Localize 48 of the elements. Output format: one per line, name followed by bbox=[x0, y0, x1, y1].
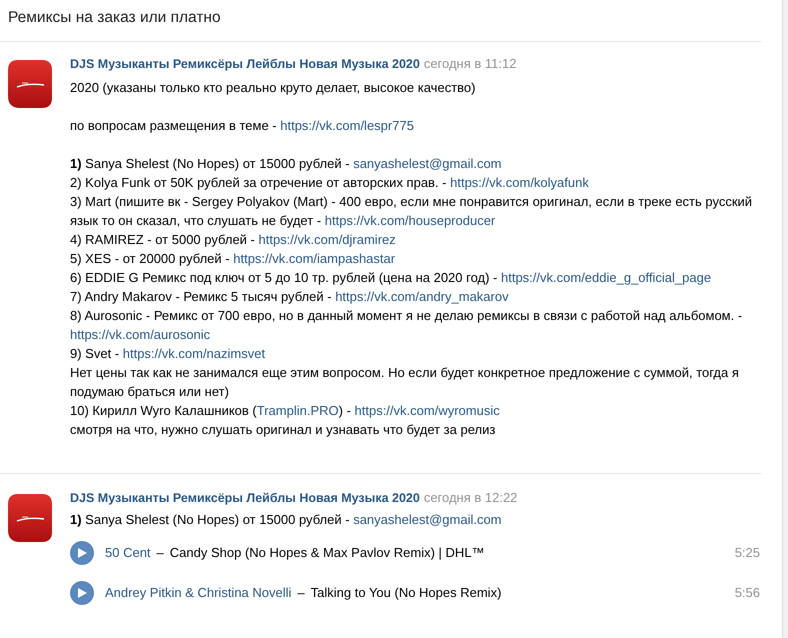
post-text: по вопросам размещения в теме - https://vk.com/lespr775 bbox=[70, 117, 414, 135]
group-name-link[interactable]: DJS Музыканты Ремиксёры Лейблы Новая Музыка 2020 bbox=[70, 489, 420, 508]
post-text: 2020 (указаны только кто реально круто делает, высокое качество) bbox=[70, 79, 476, 97]
post-text: язык то он сказал, что слушать не будет - https://vk.com/houseproducer bbox=[70, 212, 496, 230]
post-text: 1) Sanya Shelest (No Hopes) от 15000 рублей - sanyashelest@gmail.com bbox=[70, 155, 502, 173]
link[interactable]: https://vk.com/eddie_g_official_page bbox=[501, 270, 712, 285]
artist-link[interactable]: Andrey Pitkin & Christina Novelli bbox=[105, 583, 292, 603]
track-duration: 5:25 bbox=[734, 544, 760, 562]
post-text: 6) EDDIE G Ремикс под ключ от 5 до 10 тр. рублей (цена на 2020 год) - https://vk.com/eddie_g_official_page bbox=[70, 269, 712, 287]
title-separator: – bbox=[297, 584, 305, 602]
post-text: смотря на что, нужно слушать оригинал и узнавать что будет за релиз bbox=[70, 421, 496, 439]
post-text: 8) Aurosonic - Ремикс от 700 евро, но в данный момент я не делаю ремиксы в связи с работой над альбомом. - bbox=[70, 307, 742, 325]
post-text: 3) Mart (пишите вк - Sergey Polyakov (Mart) - 400 евро, если мне понравится оригинал, если в треке есть русский bbox=[70, 193, 752, 211]
link[interactable]: https://vk.com/aurosonic bbox=[70, 327, 210, 342]
link[interactable]: https://vk.com/lespr775 bbox=[280, 118, 414, 133]
group-name-link[interactable]: DJS Музыканты Ремиксёры Лейблы Новая Музыка 2020 bbox=[70, 55, 420, 74]
track-title: Candy Shop (No Hopes & Max Pavlov Remix) | DHL™ bbox=[170, 544, 485, 562]
post-text: 9) Svet - https://vk.com/nazimsvet bbox=[70, 345, 266, 363]
link[interactable]: sanyashelest@gmail.com bbox=[353, 156, 502, 171]
logo-avatar bbox=[8, 494, 52, 542]
link[interactable]: https://vk.com/andry_makarov bbox=[335, 289, 509, 304]
link[interactable]: Tramplin.PRO bbox=[256, 403, 339, 418]
post-text: 5) XES - от 20000 рублей - https://vk.com/iampashastar bbox=[70, 250, 396, 268]
play-button[interactable] bbox=[70, 581, 94, 605]
track-title: Talking to You (No Hopes Remix) bbox=[310, 584, 502, 602]
post-text: 7) Andry Makarov - Ремикс 5 тысяч рублей - https://vk.com/andry_makarov bbox=[70, 288, 509, 306]
play-icon bbox=[78, 588, 86, 598]
title-separator: – bbox=[156, 544, 164, 562]
track-duration: 5:56 bbox=[734, 584, 760, 602]
link[interactable]: https://vk.com/houseproducer bbox=[324, 213, 496, 228]
post-text: подумаю браться или нет) bbox=[70, 383, 229, 401]
play-icon bbox=[78, 548, 86, 558]
link[interactable]: https://vk.com/iampashastar bbox=[233, 251, 396, 266]
post-text: 1) Sanya Shelest (No Hopes) от 15000 рублей - sanyashelest@gmail.com bbox=[70, 511, 502, 529]
scrollbar[interactable] bbox=[782, 0, 788, 638]
post-text: 2) Kolya Funk от 50K рублей за отречение от авторских прав. - https://vk.com/kolyafunk bbox=[70, 174, 589, 192]
play-button[interactable] bbox=[70, 541, 94, 565]
page-title: Ремиксы на заказ или платно bbox=[8, 8, 221, 28]
link[interactable]: https://vk.com/wyromusic bbox=[354, 403, 500, 418]
post-text: Нет цены так как не занимался еще этим вопросом. Но если будет конкретное предложение с суммой, тогда я bbox=[70, 364, 739, 382]
logo-avatar bbox=[8, 60, 52, 108]
artist-link[interactable]: 50 Cent bbox=[105, 543, 151, 563]
post-text: 4) RAMIREZ - от 5000 рублей - https://vk.com/djramirez bbox=[70, 231, 396, 249]
link[interactable]: sanyashelest@gmail.com bbox=[353, 512, 502, 527]
link[interactable]: https://vk.com/djramirez bbox=[258, 232, 396, 247]
post-text: 10) Кирилл Wyro Калашников (Tramplin.PRO) - https://vk.com/wyromusic bbox=[70, 402, 500, 420]
link[interactable]: https://vk.com/kolyafunk bbox=[450, 175, 589, 190]
link[interactable]: https://vk.com/nazimsvet bbox=[122, 346, 266, 361]
